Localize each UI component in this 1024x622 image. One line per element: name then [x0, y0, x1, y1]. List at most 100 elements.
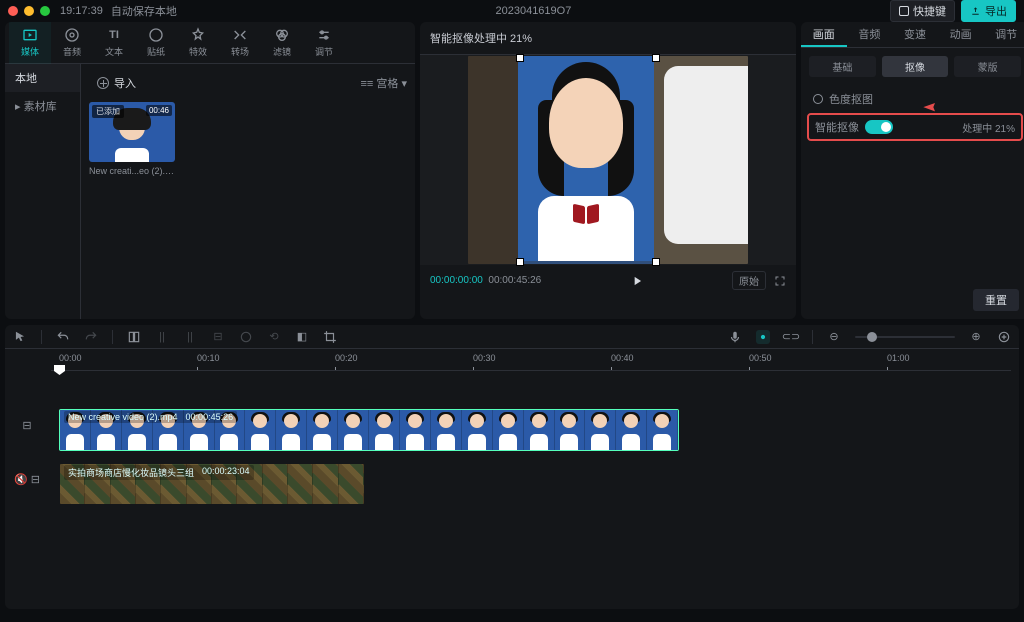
- autosave-status: 自动保存本地: [111, 3, 177, 19]
- undo-button[interactable]: [56, 330, 70, 344]
- subtab-mask[interactable]: 蒙版: [954, 56, 1021, 77]
- freeze-tool[interactable]: [239, 330, 253, 344]
- processing-text: 处理中 21%: [962, 120, 1015, 135]
- timeline-clip-1[interactable]: New creative video (2).mp400:00:45:26: [59, 409, 679, 451]
- redo-button[interactable]: [84, 330, 98, 344]
- fit-button[interactable]: [997, 330, 1011, 344]
- media-item[interactable]: 已添加 00:46 New creati...eo (2).mp4: [89, 102, 175, 176]
- subtab-cutout[interactable]: 抠像: [882, 56, 949, 77]
- play-icon: [630, 274, 644, 288]
- mic-button[interactable]: [728, 330, 742, 344]
- subtab-basic[interactable]: 基础: [809, 56, 876, 77]
- original-toggle[interactable]: 原始: [732, 271, 766, 290]
- timeline-ruler[interactable]: 00:00 00:10 00:20 00:30 00:40 00:50 01:0…: [51, 349, 1011, 371]
- separator: [812, 330, 813, 344]
- ruler-tick: 00:00: [59, 353, 82, 363]
- ruler-tick: 00:10: [197, 353, 220, 363]
- sidebar-item-local[interactable]: 本地: [5, 64, 80, 92]
- tab-text[interactable]: TI 文本: [93, 22, 135, 64]
- tab-adjust2[interactable]: 调节: [983, 22, 1024, 47]
- export-button[interactable]: 导出: [961, 0, 1016, 22]
- delete-right-tool[interactable]: ||: [183, 330, 197, 344]
- timeline-clip-2[interactable]: 实拍商场商店慢化妆品镜头三组 00:00:23:04: [59, 463, 365, 505]
- preview-panel: 智能抠像处理中 21% 00:00:00:00 00:00:45:26: [420, 22, 796, 319]
- effect-icon: [190, 27, 206, 43]
- clock-text: 19:17:39: [60, 5, 103, 17]
- delete-left-tool[interactable]: ||: [155, 330, 169, 344]
- window-controls[interactable]: [8, 6, 50, 16]
- sticker-icon: [148, 27, 164, 43]
- clip-duration: 00:00:23:04: [202, 466, 250, 479]
- shortcuts-button[interactable]: 快捷键: [890, 0, 955, 22]
- text-icon: TI: [106, 27, 122, 43]
- play-button[interactable]: [630, 274, 644, 288]
- tab-audio2[interactable]: 音频: [847, 22, 893, 47]
- timeline-toolbar: || || ⊟ ⟲ ◧ ⊂⊃ ⊖ ⊕: [5, 325, 1019, 349]
- tab-picture[interactable]: 画面: [801, 22, 847, 47]
- resize-handle-tr[interactable]: [652, 54, 660, 62]
- track-toggle-2[interactable]: 🔇 ⊟: [7, 473, 47, 486]
- tab-media-label: 媒体: [21, 45, 39, 58]
- snap-tool[interactable]: ⊟: [211, 330, 225, 344]
- track-toggle-1[interactable]: ⊟: [7, 419, 47, 432]
- magnet-button[interactable]: ⊂⊃: [784, 330, 798, 344]
- ruler-tick: 00:20: [335, 353, 358, 363]
- import-label: 导入: [114, 75, 136, 91]
- ruler-tick: 00:50: [749, 353, 772, 363]
- fullscreen-button[interactable]: [774, 275, 786, 287]
- tab-filter[interactable]: 滤镜: [261, 22, 303, 64]
- ai-button[interactable]: [756, 330, 770, 344]
- media-icon: [22, 27, 38, 43]
- preview-canvas[interactable]: [420, 55, 796, 265]
- titlebar: 19:17:39 自动保存本地 2023041619O7 快捷键 导出: [0, 0, 1024, 22]
- pointer-tool[interactable]: [13, 330, 27, 344]
- tab-audio[interactable]: 音频: [51, 22, 93, 64]
- export-label: 导出: [985, 3, 1007, 19]
- tab-speed[interactable]: 变速: [892, 22, 938, 47]
- shortcuts-label: 快捷键: [913, 3, 946, 19]
- foreground-portrait[interactable]: [518, 56, 654, 261]
- clip-name: 实拍商场商店慢化妆品镜头三组: [68, 466, 194, 479]
- zoom-out-button[interactable]: ⊖: [827, 330, 841, 344]
- split-tool[interactable]: [127, 330, 141, 344]
- view-sort-button[interactable]: ≡≡ 宫格 ▾: [361, 75, 407, 91]
- tab-animation[interactable]: 动画: [938, 22, 984, 47]
- resize-handle-bl[interactable]: [516, 258, 524, 266]
- resize-handle-tl[interactable]: [516, 54, 524, 62]
- crop-tool[interactable]: [323, 330, 337, 344]
- slider-knob[interactable]: [867, 332, 877, 342]
- radio-off-icon: [813, 94, 823, 104]
- smart-cutout-toggle[interactable]: [865, 120, 893, 134]
- inspector-panel: 画面 音频 变速 动画 调节 基础 抠像 蒙版 色度抠图 智能抠像 处理中 21…: [801, 22, 1024, 319]
- tab-media[interactable]: 媒体: [9, 22, 51, 64]
- reset-button[interactable]: 重置: [973, 289, 1019, 311]
- import-button[interactable]: 导入: [89, 72, 144, 94]
- media-sidebar: 本地 ▸ 素材库: [5, 64, 81, 319]
- maximize-window-icon[interactable]: [40, 6, 50, 16]
- close-window-icon[interactable]: [8, 6, 18, 16]
- zoom-slider[interactable]: [855, 336, 955, 338]
- media-filename: New creati...eo (2).mp4: [89, 166, 175, 176]
- tab-transition[interactable]: 转场: [219, 22, 261, 64]
- sidebar-item-library[interactable]: ▸ 素材库: [5, 92, 80, 120]
- zoom-in-button[interactable]: ⊕: [969, 330, 983, 344]
- tab-filter-label: 滤镜: [273, 45, 291, 58]
- smart-cutout-row[interactable]: 智能抠像 处理中 21%: [807, 113, 1023, 141]
- resize-handle-br[interactable]: [652, 258, 660, 266]
- media-thumbnail[interactable]: 已添加 00:46: [89, 102, 175, 162]
- sort-label: ≡≡ 宫格 ▾: [361, 75, 407, 91]
- tab-adjust[interactable]: 调节: [303, 22, 345, 64]
- separator: [112, 330, 113, 344]
- minimize-window-icon[interactable]: [24, 6, 34, 16]
- tab-sticker[interactable]: 贴纸: [135, 22, 177, 64]
- total-time: 00:00:45:26: [488, 275, 541, 286]
- fullscreen-icon: [774, 275, 786, 287]
- keyboard-icon: [899, 6, 909, 16]
- added-badge: 已添加: [92, 105, 124, 118]
- chroma-row[interactable]: 色度抠图: [813, 85, 1017, 113]
- tab-effect[interactable]: 特效: [177, 22, 219, 64]
- current-time: 00:00:00:00: [430, 275, 483, 286]
- mirror-tool[interactable]: ◧: [295, 330, 309, 344]
- tab-transition-label: 转场: [231, 45, 249, 58]
- reverse-tool[interactable]: ⟲: [267, 330, 281, 344]
